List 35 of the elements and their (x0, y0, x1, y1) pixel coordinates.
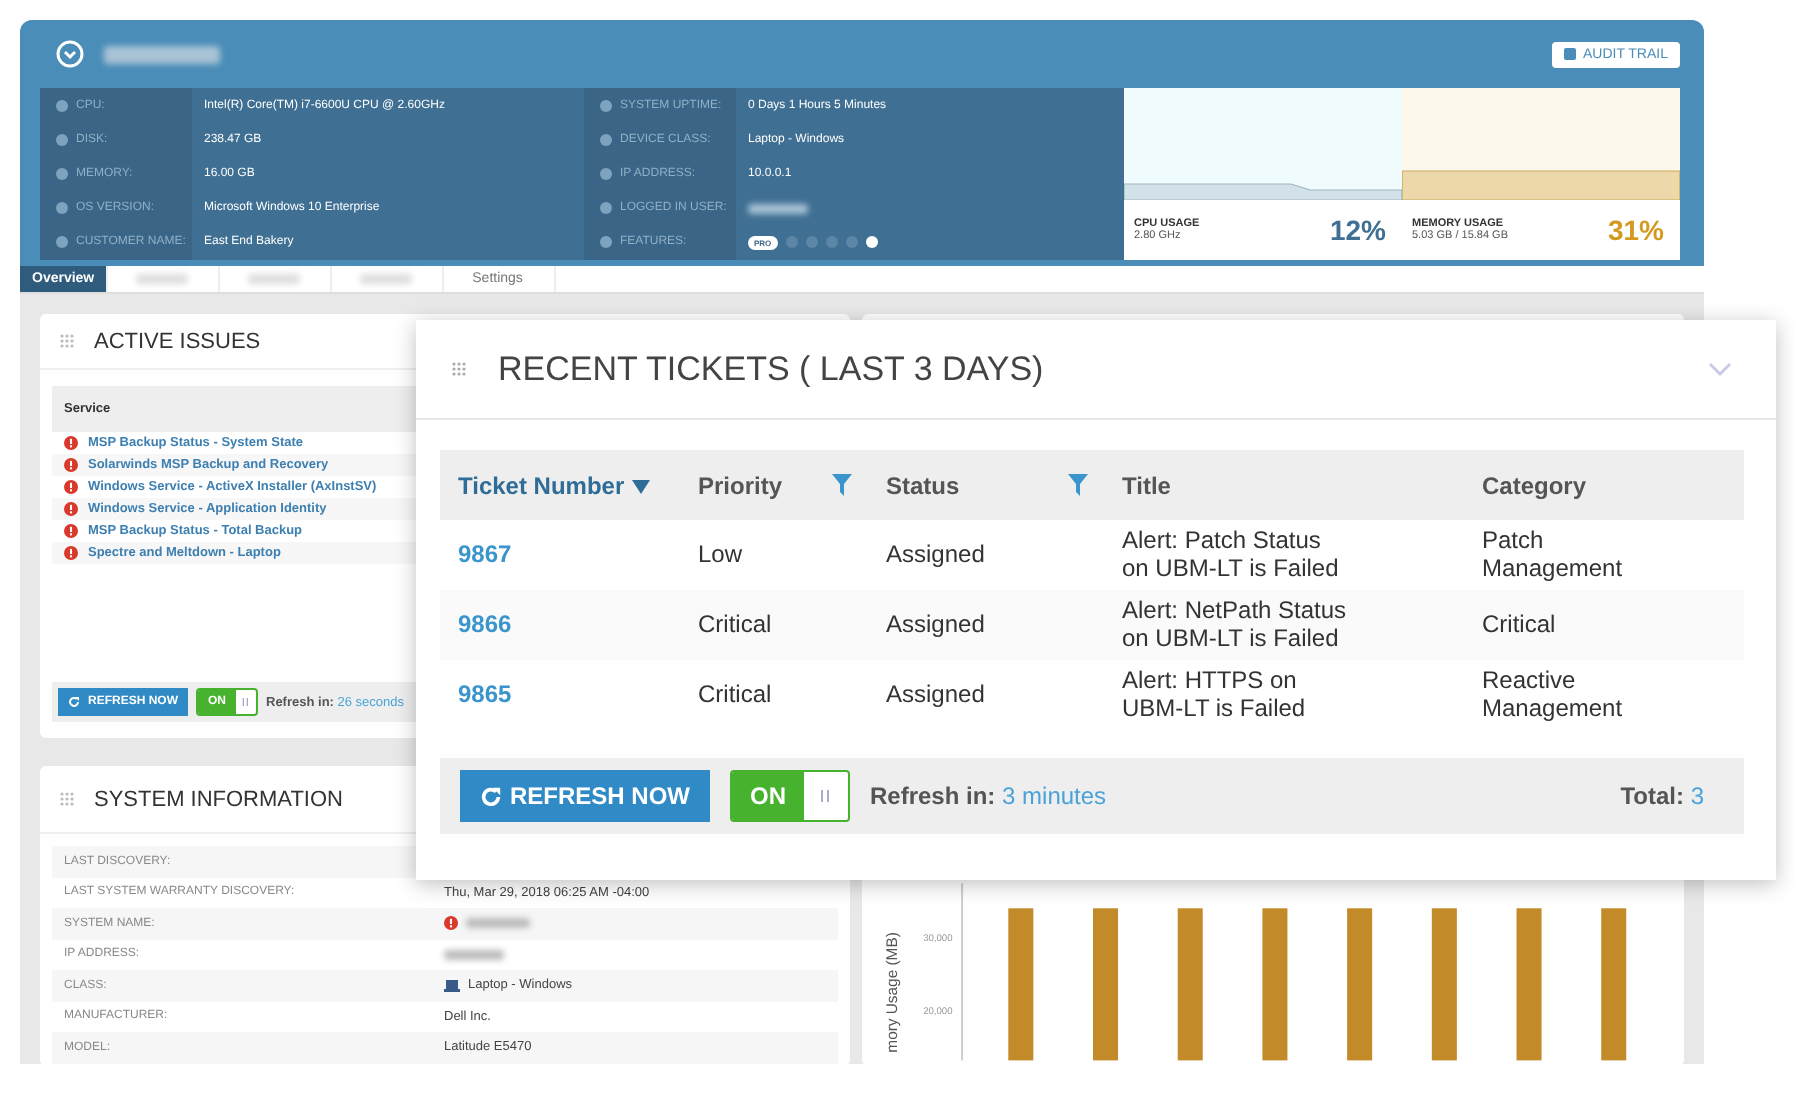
chevron-down-icon[interactable] (1708, 361, 1732, 377)
table-cell: Assigned (868, 590, 1104, 660)
blurred-device-name (104, 45, 220, 63)
column-header[interactable]: Priority (680, 450, 868, 520)
card-title: ACTIVE ISSUES (94, 329, 261, 353)
refresh-countdown: Refresh in: 3 minutes (870, 782, 1107, 810)
toggle-grip-icon (820, 790, 832, 802)
collapse-icon[interactable] (56, 40, 84, 68)
panel-title: RECENT TICKETS ( LAST 3 DAYS) (498, 349, 1046, 389)
column-header[interactable]: Category (1464, 450, 1744, 520)
grip-icon (60, 334, 74, 348)
grip-icon (60, 792, 74, 806)
grip-icon (452, 362, 466, 376)
refresh-icon (68, 696, 80, 708)
refresh-icon (480, 785, 502, 807)
column-header[interactable]: Title (1104, 450, 1464, 520)
column-header[interactable]: Ticket Number (440, 450, 680, 520)
table-cell: Alert: NetPath Status on UBM-LT is Failed (1104, 590, 1464, 660)
usage-percent: 31% (1607, 214, 1664, 246)
refresh-button[interactable]: REFRESH NOW (460, 770, 710, 822)
axis-title: mory Usage (MB) (882, 932, 901, 1053)
ticket-total: Total: 3 (1620, 782, 1704, 810)
filter-icon[interactable] (1068, 474, 1088, 496)
usage-percent: 12% (1329, 214, 1386, 246)
table-cell: Critical (1464, 590, 1744, 660)
filter-icon[interactable] (832, 474, 852, 496)
blurred-value (444, 949, 504, 960)
column-header[interactable]: Status (868, 450, 1104, 520)
on-off-toggle[interactable]: ON (730, 770, 850, 822)
blurred-value (748, 203, 808, 214)
table-cell: Critical (680, 590, 868, 660)
ticket-link[interactable]: 9866 (440, 590, 680, 660)
card-title: SYSTEM INFORMATION (94, 787, 343, 811)
blurred-value (466, 918, 530, 929)
alert-icon (444, 916, 458, 931)
